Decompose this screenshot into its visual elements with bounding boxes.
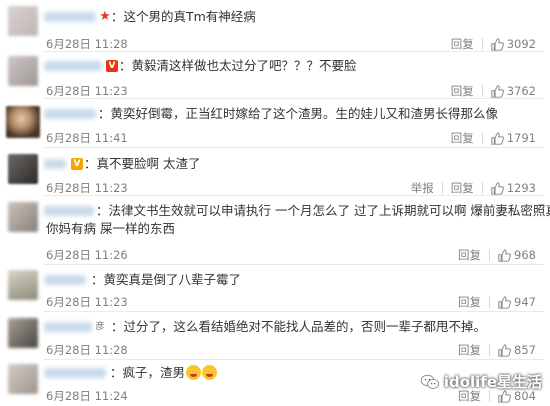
- like-count: 3762: [506, 84, 536, 98]
- comment-actions: 回复 968: [458, 247, 536, 263]
- comment-time: 6月28日 11:41: [46, 131, 128, 145]
- username-blurred[interactable]: [44, 275, 86, 285]
- comment-text: ：黄奕真是倒了八辈子霉了: [91, 272, 242, 287]
- comment-text: ：这个男的真Tm有神经病: [111, 9, 256, 24]
- watermark-text: idolife星生活: [443, 373, 542, 391]
- thumbs-up-icon[interactable]: [498, 248, 511, 262]
- username-blurred[interactable]: [44, 159, 66, 169]
- divider: [44, 98, 544, 99]
- reply-button[interactable]: 回复: [451, 36, 474, 52]
- reply-button[interactable]: 回复: [451, 180, 474, 196]
- avatar[interactable]: [6, 106, 40, 138]
- username-suffix-icon: 彦: [95, 322, 105, 332]
- comment-time: 6月28日 11:23: [46, 181, 128, 195]
- comment-time: 6月28日 11:28: [46, 37, 128, 51]
- comment-actions: 举报 回复 1293: [411, 180, 536, 196]
- separator: [489, 296, 491, 308]
- separator: [489, 249, 491, 261]
- separator: [481, 182, 483, 194]
- reply-button[interactable]: 回复: [458, 294, 481, 310]
- vip-badge-icon: V: [71, 158, 83, 170]
- comment-actions: 回复 857: [458, 342, 536, 358]
- comment-item: V ：真不要脸啊 太渣了 6月28日 11:23 举报 回复 1293: [0, 149, 550, 197]
- comment-time: 6月28日 11:28: [46, 343, 128, 357]
- reply-button[interactable]: 回复: [451, 130, 474, 146]
- laughing-emoji-icon: [186, 365, 202, 380]
- separator: [481, 38, 483, 50]
- like-count: 1293: [506, 181, 536, 195]
- wechat-icon: [420, 374, 439, 389]
- thumbs-up-icon[interactable]: [491, 84, 504, 98]
- avatar[interactable]: [8, 56, 38, 86]
- comment-text-continued: 你妈有病 屎一样的东西: [46, 221, 175, 236]
- avatar[interactable]: [8, 318, 38, 348]
- comment-actions: 回复 1791: [451, 130, 536, 146]
- avatar[interactable]: [8, 364, 38, 394]
- comment-text: ：真不要脸啊 太渣了: [84, 156, 201, 171]
- vip-badge-icon: V: [106, 60, 118, 72]
- comment-text: ：疯子，渣男: [110, 363, 218, 383]
- comment-item: ★ ：这个男的真Tm有神经病 6月28日 11:28 回复 3092: [0, 0, 550, 52]
- comment-text-content: ：疯子，渣男: [110, 365, 186, 380]
- like-count: 947: [514, 295, 536, 309]
- separator: [481, 132, 483, 144]
- thumbs-up-icon[interactable]: [491, 37, 504, 51]
- reply-button[interactable]: 回复: [458, 342, 481, 358]
- comment-item: 彦 ：过分了，这么看结婚绝对不能找人品差的，否则一辈子都甩不掉。 6月28日 1…: [0, 312, 550, 360]
- thumbs-up-icon[interactable]: [498, 343, 511, 357]
- separator: [481, 85, 483, 97]
- username-blurred[interactable]: [44, 109, 96, 119]
- like-count: 1791: [506, 131, 536, 145]
- like-count: 857: [514, 343, 536, 357]
- username-blurred[interactable]: [44, 61, 102, 71]
- thumbs-up-icon[interactable]: [491, 131, 504, 145]
- comment-actions: 回复 947: [458, 294, 536, 310]
- comment-item: ：法律文书生效就可以申请执行 一个月怎么了 过了上诉期就可以啊 爆前妻私密照真 …: [0, 196, 550, 266]
- separator: [489, 344, 491, 356]
- watermark: idolife星生活: [420, 371, 542, 392]
- comment-time: 6月28日 11:24: [46, 389, 128, 403]
- username-blurred[interactable]: [44, 322, 92, 332]
- comment-text: ：黄毅清这样做也太过分了吧？？？不要脸: [119, 58, 357, 73]
- like-count: 968: [514, 248, 536, 262]
- comment-item: ：黄奕好倒霉，正当红时嫁给了这个渣男。生的娃儿又和渣男长得那么像 6月28日 1…: [0, 100, 550, 150]
- avatar[interactable]: [8, 270, 38, 300]
- divider: [44, 147, 544, 148]
- separator: [441, 182, 443, 194]
- comment-time: 6月28日 11:23: [46, 295, 128, 309]
- comment-text: ：黄奕好倒霉，正当红时嫁给了这个渣男。生的娃儿又和渣男长得那么像: [98, 106, 499, 121]
- comment-time: 6月28日 11:23: [46, 84, 128, 98]
- reply-button[interactable]: 回复: [458, 247, 481, 263]
- username-blurred[interactable]: [44, 368, 106, 378]
- comment-text: ：过分了，这么看结婚绝对不能找人品差的，否则一辈子都甩不掉。: [111, 319, 487, 334]
- thumbs-up-icon[interactable]: [498, 295, 511, 309]
- thumbs-up-icon[interactable]: [491, 181, 504, 195]
- comment-actions: 回复 3762: [451, 83, 536, 99]
- star-icon: ★: [99, 9, 111, 24]
- like-count: 3092: [506, 37, 536, 51]
- laughing-emoji-icon: [202, 365, 218, 380]
- comment-text: ：法律文书生效就可以申请执行 一个月怎么了 过了上诉期就可以啊 爆前妻私密照真: [96, 203, 550, 218]
- comment-item: V ：黄毅清这样做也太过分了吧？？？不要脸 6月28日 11:23 回复 376…: [0, 52, 550, 100]
- avatar[interactable]: [8, 154, 38, 184]
- comment-item: ：黄奕真是倒了八辈子霉了 6月28日 11:23 回复 947: [0, 265, 550, 313]
- comment-actions: 回复 3092: [451, 36, 536, 52]
- avatar[interactable]: [8, 6, 38, 36]
- report-button[interactable]: 举报: [411, 180, 434, 196]
- username-blurred[interactable]: [44, 206, 94, 216]
- reply-button[interactable]: 回复: [451, 83, 474, 99]
- avatar[interactable]: [8, 202, 38, 232]
- username-blurred[interactable]: [44, 12, 96, 22]
- comment-time: 6月28日 11:26: [46, 248, 128, 262]
